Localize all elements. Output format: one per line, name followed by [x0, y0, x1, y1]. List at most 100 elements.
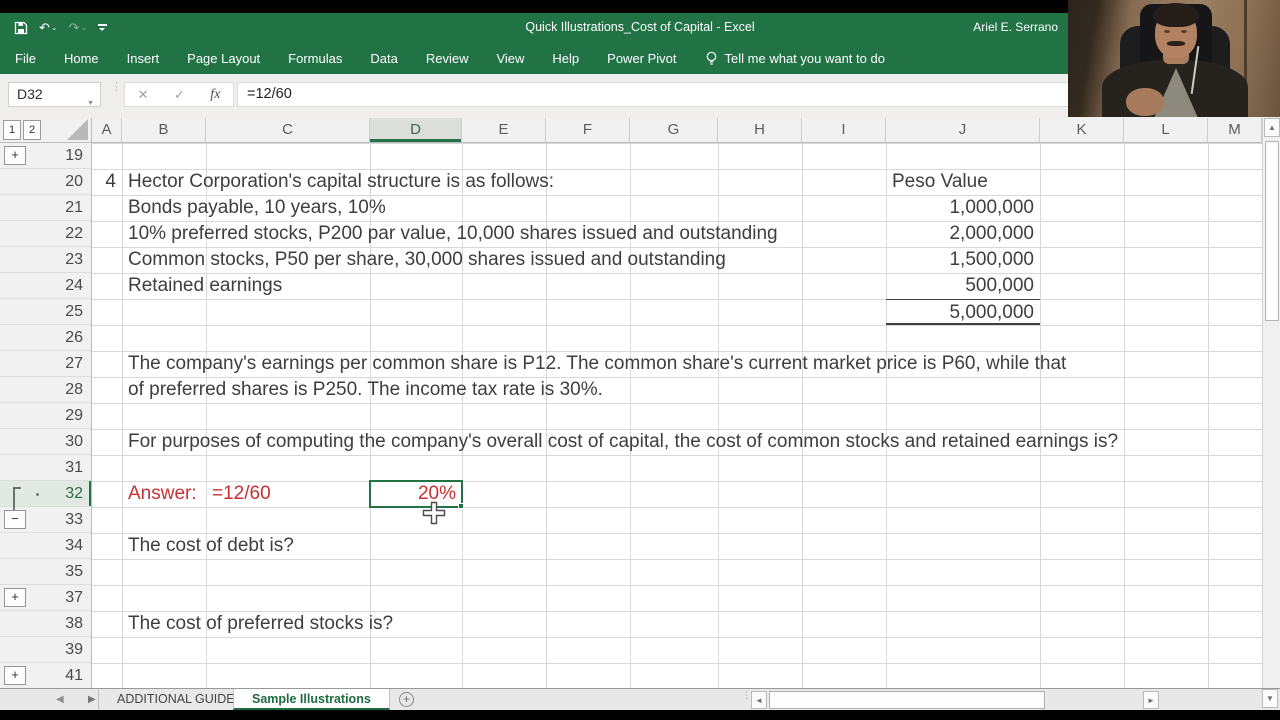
scroll-left-icon[interactable]: ◄ [751, 691, 767, 709]
ribbon-tab-view[interactable]: View [496, 51, 524, 66]
row-header-23[interactable]: 23 [0, 247, 91, 273]
scroll-up-icon[interactable]: ▲ [1264, 118, 1280, 137]
customize-qat-button[interactable] [98, 24, 108, 31]
sheet-nav-right-icon[interactable]: ▶ [88, 689, 96, 711]
sheet-tab-additional-guide[interactable]: ADDITIONAL GUIDE [98, 689, 254, 710]
collapse-group-button-row-33[interactable]: − [4, 510, 26, 529]
row-header-39[interactable]: 39 [0, 637, 91, 663]
undo-button[interactable]: ↶ ⌄ [39, 21, 58, 34]
outline-bracket [13, 487, 15, 510]
cell-B30[interactable]: For purposes of computing the company's … [122, 429, 1118, 455]
ribbon-tab-review[interactable]: Review [426, 51, 469, 66]
expand-group-button-row-41[interactable]: + [4, 666, 26, 685]
redo-button[interactable]: ↷ ⌄ [69, 21, 88, 34]
row-header-38[interactable]: 38 [0, 611, 91, 637]
ribbon-tab-file[interactable]: File [15, 51, 36, 66]
cell-C32[interactable]: =12/60 [206, 481, 370, 507]
column-header-J[interactable]: J [886, 118, 1040, 142]
cell-A20[interactable]: 4 [92, 169, 122, 195]
redo-dropdown-icon[interactable]: ⌄ [81, 23, 88, 32]
column-header-H[interactable]: H [718, 118, 802, 142]
row-header-21[interactable]: 21 [0, 195, 91, 221]
cell-J21[interactable]: 1,000,000 [886, 195, 1040, 221]
column-header-L[interactable]: L [1124, 118, 1208, 142]
row-header-25[interactable]: 25 [0, 299, 91, 325]
expand-group-button-row-37[interactable]: + [4, 588, 26, 607]
row-header-26[interactable]: 26 [0, 325, 91, 351]
tell-me-box[interactable]: Tell me what you want to do [705, 51, 885, 66]
column-header-E[interactable]: E [462, 118, 546, 142]
row-header-34[interactable]: 34 [0, 533, 91, 559]
cell-J24[interactable]: 500,000 [886, 273, 1040, 299]
name-box-value: D32 [17, 86, 43, 102]
formula-bar-splitter-icon[interactable]: ⋮ [111, 82, 122, 93]
row-header-35[interactable]: 35 [0, 559, 91, 585]
select-all-button[interactable] [67, 119, 88, 140]
column-header-D[interactable]: D [370, 118, 462, 142]
row-header-20[interactable]: 20 [0, 169, 91, 195]
gridline-vertical [1040, 143, 1041, 688]
spreadsheet-grid[interactable]: 4 Hector Corporation's capital structure … [92, 143, 1262, 688]
cell-J25[interactable]: 5,000,000 [886, 299, 1040, 325]
row-header-22[interactable]: 22 [0, 221, 91, 247]
cell-B38[interactable]: The cost of preferred stocks is? [122, 611, 393, 637]
row-header-30[interactable]: 30 [0, 429, 91, 455]
account-user-name[interactable]: Ariel E. Serrano [973, 13, 1058, 42]
cell-J22[interactable]: 2,000,000 [886, 221, 1040, 247]
column-header-K[interactable]: K [1040, 118, 1124, 142]
expand-group-button-row-19[interactable]: + [4, 146, 26, 165]
vertical-scroll-thumb[interactable] [1265, 141, 1279, 321]
cell-B24[interactable]: Retained earnings [122, 273, 282, 299]
gridline-horizontal [92, 455, 1262, 456]
ribbon-tab-formulas[interactable]: Formulas [288, 51, 342, 66]
gridline-horizontal [92, 143, 1262, 144]
ribbon-tab-data[interactable]: Data [370, 51, 397, 66]
column-header-M[interactable]: M [1208, 118, 1262, 142]
name-box-dropdown-icon[interactable]: ▼ [87, 92, 94, 115]
cell-B20[interactable]: Hector Corporation's capital structure i… [122, 169, 554, 195]
new-sheet-button[interactable]: + [399, 692, 414, 707]
gridline-horizontal [92, 585, 1262, 586]
cell-B23[interactable]: Common stocks, P50 per share, 30,000 sha… [122, 247, 726, 273]
row-header-28[interactable]: 28 [0, 377, 91, 403]
insert-function-icon[interactable]: fx [210, 87, 220, 103]
save-icon[interactable] [14, 21, 28, 35]
ribbon-tab-page-layout[interactable]: Page Layout [187, 51, 260, 66]
ribbon-tab-home[interactable]: Home [64, 51, 99, 66]
enter-icon[interactable]: ✓ [174, 87, 185, 103]
cell-J20[interactable]: Peso Value [886, 169, 1040, 195]
ribbon-tab-power-pivot[interactable]: Power Pivot [607, 51, 676, 66]
column-header-A[interactable]: A [92, 118, 122, 142]
ribbon-tab-help[interactable]: Help [552, 51, 579, 66]
sheet-nav-left-icon[interactable]: ◀ [56, 689, 64, 711]
column-header-C[interactable]: C [206, 118, 370, 142]
fill-handle[interactable] [458, 503, 464, 509]
column-header-B[interactable]: B [122, 118, 206, 142]
sheet-tab-sample-illustrations[interactable]: Sample Illustrations [233, 689, 390, 710]
column-header-F[interactable]: F [546, 118, 630, 142]
tab-scroll-splitter-icon[interactable]: ⋮ [742, 691, 751, 700]
row-header-24[interactable]: 24 [0, 273, 91, 299]
undo-dropdown-icon[interactable]: ⌄ [51, 23, 58, 32]
row-header-29[interactable]: 29 [0, 403, 91, 429]
column-header-I[interactable]: I [802, 118, 886, 142]
cell-B34[interactable]: The cost of debt is? [122, 533, 294, 559]
cancel-icon[interactable]: ✕ [138, 87, 149, 103]
cell-B22[interactable]: 10% preferred stocks, P200 par value, 10… [122, 221, 778, 247]
cell-B28[interactable]: of preferred shares is P250. The income … [122, 377, 603, 403]
ribbon-tab-insert[interactable]: Insert [127, 51, 160, 66]
name-box[interactable]: D32 ▼ [8, 82, 101, 107]
outline-level-1-button[interactable]: 1 [3, 120, 21, 140]
scroll-down-icon[interactable]: ▼ [1262, 689, 1278, 708]
scroll-right-icon[interactable]: ► [1143, 691, 1159, 709]
cell-B27[interactable]: The company's earnings per common share … [122, 351, 1066, 377]
cell-J23[interactable]: 1,500,000 [886, 247, 1040, 273]
cell-B21[interactable]: Bonds payable, 10 years, 10% [122, 195, 386, 221]
cell-B32[interactable]: Answer: [122, 481, 206, 507]
column-header-G[interactable]: G [630, 118, 718, 142]
outline-level-2-button[interactable]: 2 [23, 120, 41, 140]
vertical-scrollbar[interactable]: ▲ [1262, 118, 1280, 688]
row-header-27[interactable]: 27 [0, 351, 91, 377]
horizontal-scroll-thumb[interactable] [769, 691, 1045, 709]
row-header-31[interactable]: 31 [0, 455, 91, 481]
